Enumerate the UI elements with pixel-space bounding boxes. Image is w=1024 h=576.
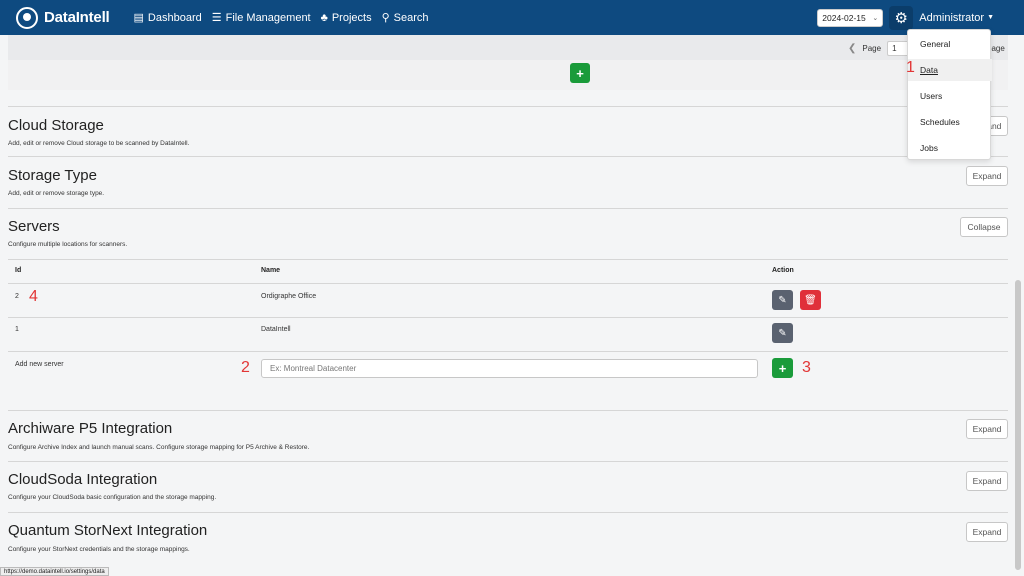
server-name: Ordigraphe Office [261, 293, 317, 300]
pagination: ❮ Page 1 [848, 41, 910, 56]
annotation-2: 2 [241, 359, 250, 376]
chevron-down-icon: ⌄ [872, 14, 879, 22]
collapse-button-servers[interactable]: Collapse [960, 217, 1008, 237]
add-button[interactable]: + [570, 63, 590, 83]
section-desc-quantum: Configure your StorNext credentials and … [8, 546, 190, 553]
top-navbar: DataIntell ▤ Dashboard ☰ File Management… [0, 0, 1024, 35]
chevron-left-icon[interactable]: ❮ [848, 43, 856, 54]
add-row-band [8, 60, 1008, 90]
add-server-button[interactable]: + [772, 358, 793, 378]
annotation-3: 3 [802, 359, 811, 376]
column-header-id: Id [15, 267, 22, 274]
section-title-storage-type: Storage Type [8, 167, 97, 184]
new-server-input[interactable]: Ex: Montreal Datacenter [261, 359, 758, 378]
column-header-action: Action [772, 267, 794, 274]
nav-search[interactable]: ⚲ Search [381, 11, 429, 25]
bar-chart-icon: ▤ [133, 12, 144, 24]
divider [8, 317, 1008, 318]
divider [8, 512, 1008, 513]
expand-button-cloudsoda[interactable]: Expand [966, 471, 1008, 491]
nav-links: ▤ Dashboard ☰ File Management ♣ Projects… [133, 11, 429, 25]
divider [8, 461, 1008, 462]
trash-icon[interactable]: 🗑 [800, 290, 821, 310]
date-select[interactable]: 2024-02-15 ⌄ [817, 8, 884, 27]
nav-file-management[interactable]: ☰ File Management [211, 11, 311, 25]
section-desc-archiware: Configure Archive Index and launch manua… [8, 444, 310, 451]
server-name: DataIntell [261, 326, 291, 333]
divider [8, 208, 1008, 209]
menu-item-data[interactable]: Data [908, 59, 992, 81]
scrollbar[interactable] [1015, 280, 1021, 570]
menu-item-general[interactable]: General [908, 33, 992, 55]
brand-logo[interactable]: DataIntell [16, 6, 110, 29]
edit-icon[interactable]: ✎ [772, 290, 793, 310]
column-header-name: Name [261, 267, 281, 274]
page-input[interactable]: 1 [887, 41, 910, 56]
divider [8, 156, 1008, 157]
section-desc-cloudsoda: Configure your CloudSoda basic configura… [8, 494, 217, 501]
server-id: 2 [15, 293, 19, 300]
gear-icon[interactable]: ⚙ [889, 5, 914, 30]
caret-down-icon: ▼ [987, 14, 994, 21]
expand-button-storage-type[interactable]: Expand [966, 166, 1008, 186]
add-server-label: Add new server [15, 361, 64, 368]
brand-icon [16, 6, 38, 29]
menu-item-jobs[interactable]: Jobs [908, 137, 992, 159]
section-title-cloudsoda: CloudSoda Integration [8, 471, 158, 488]
expand-button-quantum[interactable]: Expand [966, 522, 1008, 542]
user-menu[interactable]: Administrator ▼ [919, 12, 1014, 24]
sitemap-icon: ♣ [320, 11, 328, 24]
section-title-archiware: Archiware P5 Integration [8, 420, 173, 437]
status-bar-url: https://demo.dataintell.io/settings/data [0, 567, 109, 576]
nav-dashboard[interactable]: ▤ Dashboard [133, 11, 202, 25]
section-title-cloud-storage: Cloud Storage [8, 117, 104, 134]
divider [8, 283, 1008, 284]
expand-button-archiware[interactable]: Expand [966, 419, 1008, 439]
annotation-1: 1 [906, 59, 915, 76]
divider [8, 106, 1008, 107]
nav-projects[interactable]: ♣ Projects [321, 11, 372, 24]
section-title-servers: Servers [8, 218, 60, 235]
server-id: 1 [15, 326, 19, 333]
section-title-quantum: Quantum StorNext Integration [8, 522, 208, 539]
nav-right: 2024-02-15 ⌄ ⚙ Administrator ▼ [817, 5, 1014, 30]
section-desc-servers: Configure multiple locations for scanner… [8, 241, 128, 248]
brand-name: DataIntell [44, 9, 110, 26]
annotation-4: 4 [29, 288, 38, 305]
edit-icon[interactable]: ✎ [772, 323, 793, 343]
list-icon: ☰ [211, 12, 222, 24]
divider [8, 351, 1008, 352]
section-desc-storage-type: Add, edit or remove storage type. [8, 190, 105, 197]
divider [8, 259, 1008, 260]
menu-item-schedules[interactable]: Schedules [908, 111, 992, 133]
section-desc-cloud-storage: Add, edit or remove Cloud storage to be … [8, 140, 190, 147]
menu-item-users[interactable]: Users [908, 85, 992, 107]
settings-dropdown-menu: General Data Users Schedules Jobs [907, 29, 992, 160]
search-icon: ⚲ [381, 12, 390, 24]
divider [8, 410, 1008, 411]
